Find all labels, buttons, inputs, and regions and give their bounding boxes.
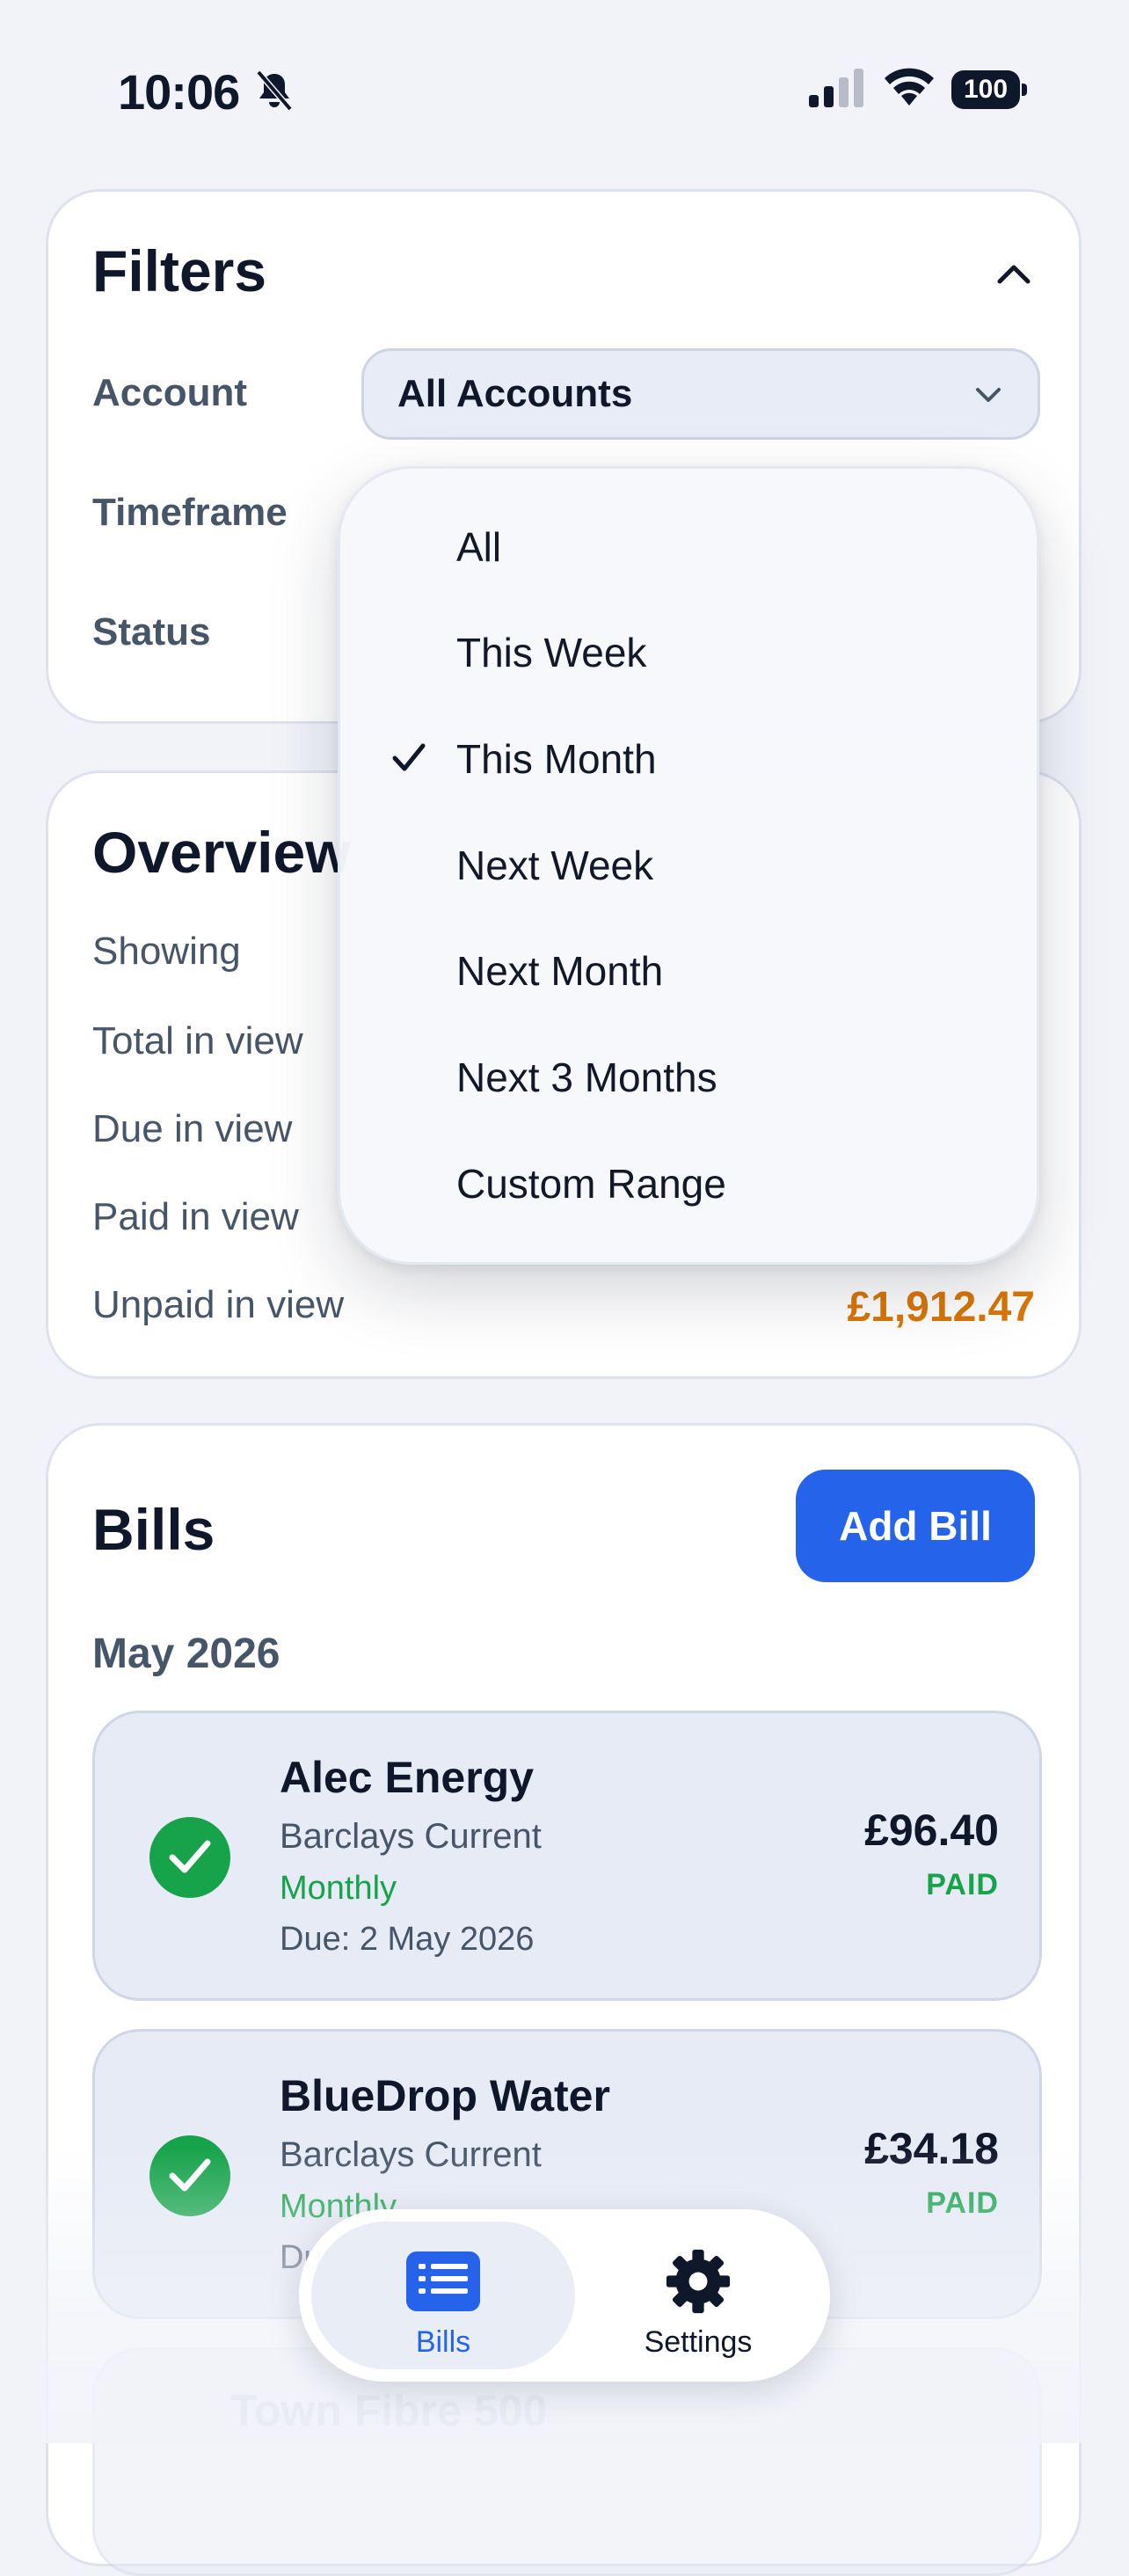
menu-item-label: Next 3 Months (456, 1054, 717, 1100)
status-label: Status (92, 610, 211, 653)
bills-card: Bills Add Bill May 2026 Alec Energy Barc… (46, 1423, 1082, 2576)
bill-status-badge: PAID (926, 2186, 999, 2220)
bill-name: Alec Energy (280, 1753, 535, 1802)
overview-title: Overview (92, 820, 351, 885)
tab-bills-label: Bills (415, 2325, 471, 2359)
bill-name: Town Fibre 500 (230, 2386, 548, 2435)
tab-settings[interactable]: Settings (580, 2222, 816, 2369)
overview-unpaid-value: £1,912.47 (847, 1284, 1035, 1331)
signal-icon (809, 69, 863, 107)
paid-check-icon[interactable] (149, 2135, 230, 2216)
timeframe-label: Timeframe (92, 491, 288, 534)
status-time: 10:06 (118, 64, 240, 120)
account-label: Account (92, 371, 247, 414)
menu-item-label: Custom Range (456, 1161, 726, 1207)
status-bar: 10:06 100 (0, 0, 1129, 176)
menu-item-label: This Month (456, 736, 657, 782)
menu-item-label: This Week (456, 630, 647, 675)
menu-item-label: All (456, 524, 502, 570)
bills-title: Bills (92, 1497, 215, 1562)
menu-item-next-week[interactable]: Next Week (340, 815, 1037, 921)
battery-icon: 100 (951, 70, 1029, 111)
overview-total-label: Total in view (92, 1019, 303, 1062)
add-bill-button[interactable]: Add Bill (796, 1470, 1035, 1582)
menu-item-custom-range[interactable]: Custom Range (340, 1134, 1037, 1239)
overview-due-label: Due in view (92, 1107, 293, 1150)
bill-name: BlueDrop Water (280, 2071, 610, 2120)
overview-unpaid-label: Unpaid in view (92, 1283, 345, 1326)
menu-item-this-month[interactable]: This Month (340, 709, 1037, 814)
bill-item[interactable]: Alec Energy Barclays Current Monthly Due… (92, 1711, 1042, 2001)
menu-item-label: Next Week (456, 843, 654, 888)
menu-item-next-3-months[interactable]: Next 3 Months (340, 1027, 1037, 1133)
tab-settings-label: Settings (644, 2325, 753, 2359)
bill-status-badge: PAID (926, 1868, 999, 1901)
bill-due-date: Due: 2 May 2026 (280, 1921, 535, 1958)
paid-check-icon[interactable] (149, 1817, 230, 1898)
menu-item-all[interactable]: All (340, 497, 1037, 602)
bill-account: Barclays Current (280, 2135, 542, 2174)
overview-paid-label: Paid in view (92, 1195, 299, 1238)
list-icon (406, 2251, 480, 2311)
month-heading: May 2026 (92, 1631, 280, 1677)
battery-level: 100 (951, 70, 1020, 109)
bill-item[interactable] (92, 2347, 1042, 2576)
bill-amount: £96.40 (864, 1806, 999, 1855)
chevron-up-icon[interactable] (993, 253, 1035, 296)
account-select[interactable]: All Accounts (361, 348, 1040, 440)
gear-icon (666, 2249, 731, 2314)
overview-showing-label: Showing (92, 930, 241, 973)
chevron-down-icon (976, 388, 1001, 402)
wifi-icon (885, 68, 934, 106)
tab-bar: Bills Settings (299, 2209, 830, 2382)
menu-item-this-week[interactable]: This Week (340, 602, 1037, 708)
timeframe-dropdown-menu: All This Week This Month Next Week Next … (338, 466, 1039, 1265)
tab-bills[interactable]: Bills (311, 2222, 575, 2369)
menu-item-label: Next Month (456, 948, 664, 994)
menu-item-next-month[interactable]: Next Month (340, 921, 1037, 1026)
bell-slash-icon (256, 69, 293, 112)
checkmark-icon (392, 743, 426, 771)
filters-title: Filters (92, 238, 267, 303)
bill-account: Barclays Current (280, 1817, 542, 1856)
bill-amount: £34.18 (864, 2124, 999, 2173)
account-select-value: All Accounts (397, 372, 633, 415)
bill-frequency: Monthly (280, 1870, 397, 1907)
